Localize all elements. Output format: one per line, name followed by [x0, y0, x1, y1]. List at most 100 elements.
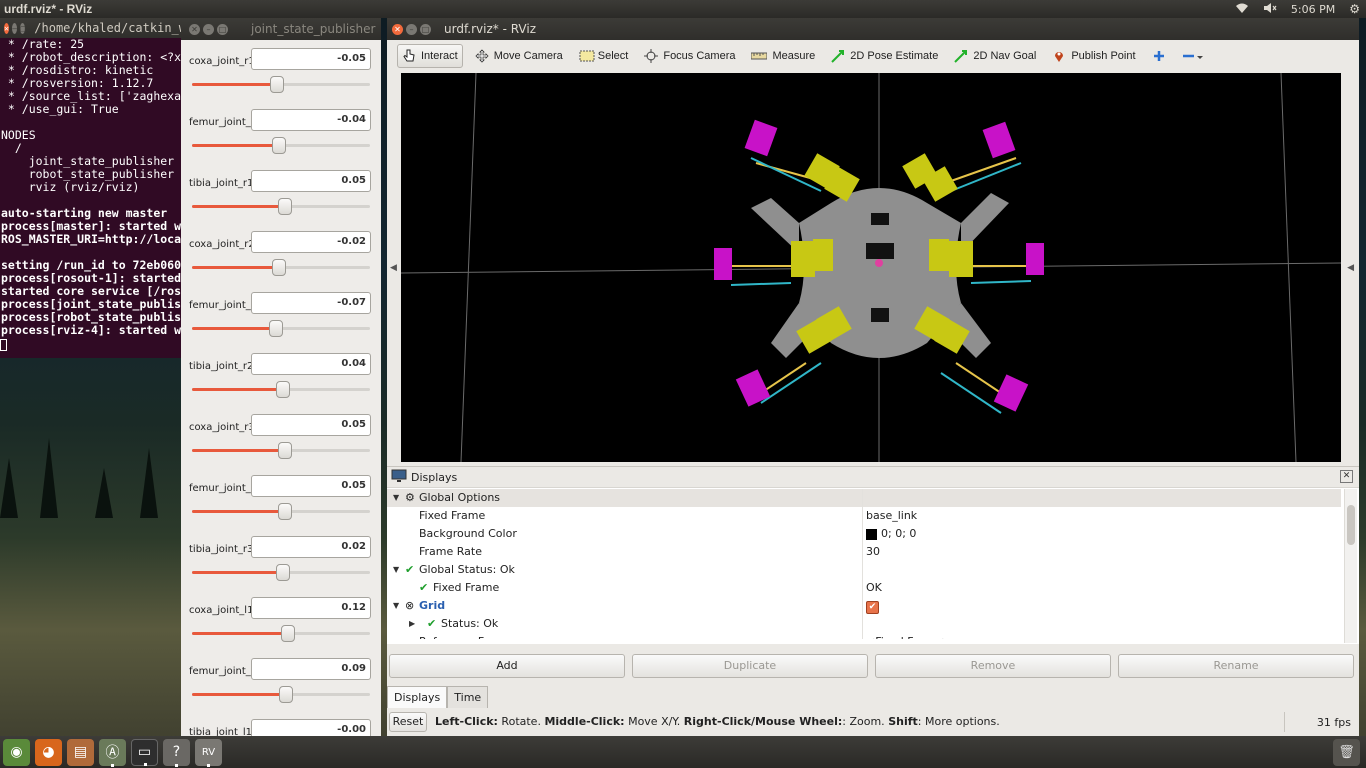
- add-button[interactable]: Add: [389, 654, 625, 678]
- remove-button[interactable]: Remove: [875, 654, 1111, 678]
- collapse-left-arrow-icon[interactable]: ◀: [390, 263, 397, 273]
- display-tree-row[interactable]: ✔ Fixed Frame OK: [387, 579, 1341, 597]
- sound-icon[interactable]: [1263, 2, 1277, 17]
- expand-down-icon[interactable]: ▼: [393, 489, 399, 507]
- rviz-titlebar[interactable]: ✕ – □ urdf.rviz* - RViz: [387, 18, 1359, 40]
- terminal-window[interactable]: ✕ – □ /home/khaled/catkin_w * /rate: 25 …: [0, 18, 186, 358]
- joint-value-field[interactable]: -0.05: [251, 48, 371, 70]
- grid-enabled-checkbox[interactable]: ✔: [866, 601, 879, 614]
- tree-value-cell[interactable]: base_link: [866, 507, 917, 525]
- display-tree-row[interactable]: Fixed Frame base_link: [387, 507, 1341, 525]
- rviz-launcher-icon[interactable]: RV: [195, 738, 222, 767]
- add-tool-button[interactable]: [1148, 44, 1170, 68]
- files-icon[interactable]: ▤: [67, 738, 94, 766]
- joint-value-field[interactable]: -0.00: [251, 719, 371, 736]
- display-tree-row[interactable]: ▼ ✔ Global Status: Ok: [387, 561, 1341, 579]
- tree-value-cell[interactable]: 0; 0; 0: [866, 525, 916, 543]
- joint-value-field[interactable]: -0.02: [251, 231, 371, 253]
- display-tree-row[interactable]: Frame Rate 30: [387, 543, 1341, 561]
- close-icon[interactable]: ✕: [392, 23, 403, 35]
- joint-value-field[interactable]: 0.09: [251, 658, 371, 680]
- terminal-icon[interactable]: ▭: [131, 738, 158, 766]
- maximize-icon[interactable]: □: [217, 23, 228, 35]
- rviz-window[interactable]: ✕ – □ urdf.rviz* - RViz Interact Move Ca…: [387, 18, 1359, 736]
- display-tree-row[interactable]: ▼ ⚙ Global Options: [387, 489, 1341, 507]
- reset-button[interactable]: Reset: [389, 712, 427, 732]
- slider-handle[interactable]: [268, 320, 283, 337]
- joint-value-field[interactable]: 0.02: [251, 536, 371, 558]
- duplicate-button[interactable]: Duplicate: [632, 654, 868, 678]
- clock[interactable]: 5:06 PM: [1291, 3, 1335, 16]
- joint-state-publisher-window[interactable]: ✕ – □ joint_state_publisher coxa_joint_r…: [181, 18, 381, 736]
- tool-2d-pose-estimate[interactable]: 2D Pose Estimate: [827, 44, 942, 68]
- minimize-icon[interactable]: –: [203, 23, 214, 35]
- tab-time[interactable]: Time: [447, 686, 489, 708]
- close-icon[interactable]: ✕: [1340, 470, 1353, 483]
- tree-value-cell[interactable]: ✔: [866, 597, 879, 615]
- slider-handle[interactable]: [281, 625, 296, 642]
- tool-interact[interactable]: Interact: [397, 44, 463, 68]
- slider-handle[interactable]: [272, 259, 287, 276]
- joint-value-field[interactable]: 0.05: [251, 170, 371, 192]
- trash-icon[interactable]: 🗑: [1333, 739, 1360, 766]
- wifi-icon[interactable]: [1235, 2, 1249, 17]
- tree-value-cell[interactable]: OK: [866, 579, 882, 597]
- scrollbar-thumb[interactable]: [1347, 505, 1355, 545]
- terminal-titlebar[interactable]: ✕ – □ /home/khaled/catkin_w: [0, 18, 186, 38]
- joint-slider[interactable]: [192, 686, 370, 703]
- tool-select[interactable]: Select: [575, 44, 633, 68]
- close-icon[interactable]: ✕: [189, 23, 200, 35]
- expand-down-icon[interactable]: ▼: [393, 597, 399, 615]
- joint-slider[interactable]: [192, 442, 370, 459]
- software-updater-icon[interactable]: Ⓐ: [99, 738, 126, 767]
- gear-icon[interactable]: ⚙: [1349, 2, 1360, 16]
- tool-publish-point[interactable]: Publish Point: [1048, 44, 1139, 68]
- slider-handle[interactable]: [272, 137, 287, 154]
- tool-measure[interactable]: Measure: [747, 44, 819, 68]
- tool-move-camera[interactable]: Move Camera: [471, 44, 567, 68]
- joint-value-field[interactable]: 0.05: [251, 475, 371, 497]
- color-swatch[interactable]: [866, 528, 877, 540]
- ubuntu-dash-icon[interactable]: ◉: [3, 738, 30, 766]
- joint-slider[interactable]: [192, 320, 370, 337]
- joint-slider[interactable]: [192, 76, 370, 93]
- joint-value-field[interactable]: -0.07: [251, 292, 371, 314]
- 3d-render-viewport[interactable]: [401, 73, 1341, 462]
- jsp-titlebar[interactable]: ✕ – □ joint_state_publisher: [181, 18, 381, 40]
- firefox-icon[interactable]: ◕: [35, 738, 62, 766]
- display-tree-row[interactable]: ▼ ⊗ Grid ✔: [387, 597, 1341, 615]
- joint-value-field[interactable]: 0.12: [251, 597, 371, 619]
- tree-scrollbar[interactable]: [1344, 489, 1357, 643]
- joint-slider[interactable]: [192, 137, 370, 154]
- joint-value-field[interactable]: 0.05: [251, 414, 371, 436]
- display-tree-row[interactable]: Reference Frame <Fixed Frame>: [387, 633, 1341, 639]
- slider-handle[interactable]: [277, 503, 292, 520]
- joint-value-field[interactable]: -0.04: [251, 109, 371, 131]
- joint-slider[interactable]: [192, 381, 370, 398]
- slider-handle[interactable]: [275, 564, 290, 581]
- collapse-right-arrow-icon[interactable]: ◀: [1347, 263, 1354, 273]
- tree-value-cell[interactable]: 30: [866, 543, 880, 561]
- display-tree-row[interactable]: Background Color 0; 0; 0: [387, 525, 1341, 543]
- close-icon[interactable]: ✕: [4, 22, 10, 34]
- minimize-icon[interactable]: –: [12, 22, 18, 34]
- remove-tool-button[interactable]: [1178, 44, 1208, 68]
- expand-down-icon[interactable]: ▼: [393, 561, 399, 579]
- joint-slider[interactable]: [192, 259, 370, 276]
- tree-value-cell[interactable]: <Fixed Frame>: [866, 633, 951, 639]
- tab-displays[interactable]: Displays: [387, 686, 448, 708]
- slider-handle[interactable]: [279, 686, 294, 703]
- rename-button[interactable]: Rename: [1118, 654, 1354, 678]
- joint-slider[interactable]: [192, 564, 370, 581]
- minimize-icon[interactable]: –: [406, 23, 417, 35]
- expand-right-icon[interactable]: ▶: [409, 615, 415, 633]
- slider-handle[interactable]: [270, 76, 285, 93]
- slider-handle[interactable]: [277, 442, 292, 459]
- tool-focus-camera[interactable]: Focus Camera: [640, 44, 739, 68]
- joint-value-field[interactable]: 0.04: [251, 353, 371, 375]
- joint-slider[interactable]: [192, 625, 370, 642]
- display-tree-row[interactable]: ▶ ✔ Status: Ok: [387, 615, 1341, 633]
- slider-handle[interactable]: [277, 198, 292, 215]
- joint-slider[interactable]: [192, 503, 370, 520]
- joint-slider[interactable]: [192, 198, 370, 215]
